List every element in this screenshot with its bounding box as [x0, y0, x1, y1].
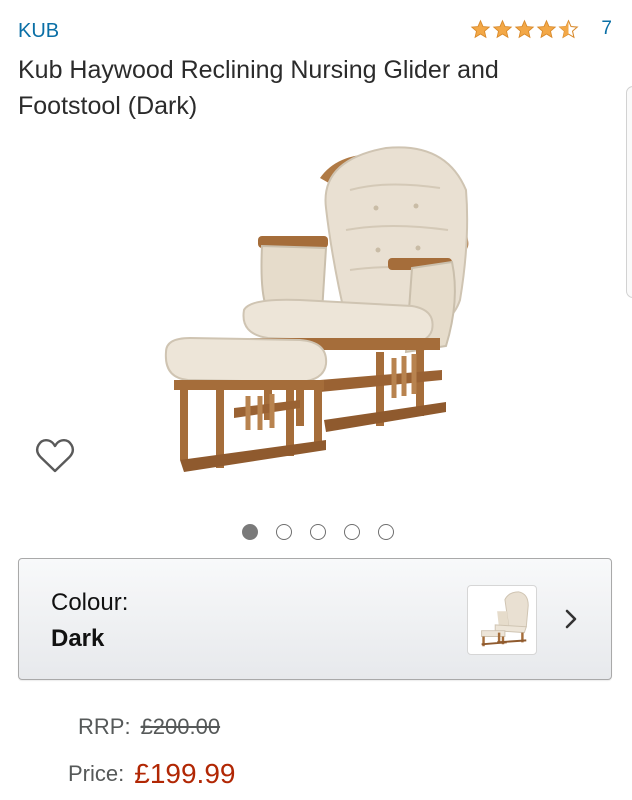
rating-count-link[interactable]: 7 — [601, 18, 612, 40]
price-label: Price: — [68, 761, 125, 786]
price-row: Price: £199.99 — [68, 756, 236, 789]
carousel-dot-4[interactable] — [344, 524, 360, 540]
carousel-dot-5[interactable] — [378, 524, 394, 540]
brand-link[interactable]: KUB — [18, 20, 59, 43]
colour-label: Colour: — [51, 589, 129, 616]
star-icon — [493, 19, 513, 38]
colour-value: Dark — [51, 625, 105, 652]
star-icon — [537, 19, 557, 38]
star-icon — [471, 19, 491, 38]
carousel-dot-1[interactable] — [242, 524, 258, 540]
rrp-label: RRP: — [78, 714, 131, 739]
half-star-icon — [558, 18, 579, 38]
carousel-dot-3[interactable] — [310, 524, 326, 540]
chevron-right-icon — [565, 609, 577, 629]
rrp-value: £200.00 — [140, 714, 221, 739]
colour-selector[interactable]: Colour: Dark — [18, 558, 612, 680]
rating-summary[interactable]: 7 — [470, 18, 612, 40]
price-value: £199.99 — [134, 758, 236, 789]
star-icon — [515, 19, 535, 38]
rrp-row: RRP: £200.00 — [78, 714, 220, 740]
wishlist-heart-icon[interactable] — [34, 436, 76, 476]
next-image-peek[interactable] — [626, 86, 632, 298]
star-rating — [470, 18, 579, 40]
product-image[interactable] — [150, 130, 480, 490]
carousel-dot-2[interactable] — [276, 524, 292, 540]
image-carousel-dots — [0, 524, 632, 540]
product-title: Kub Haywood Reclining Nursing Glider and… — [18, 56, 499, 120]
colour-thumbnail — [467, 585, 537, 655]
